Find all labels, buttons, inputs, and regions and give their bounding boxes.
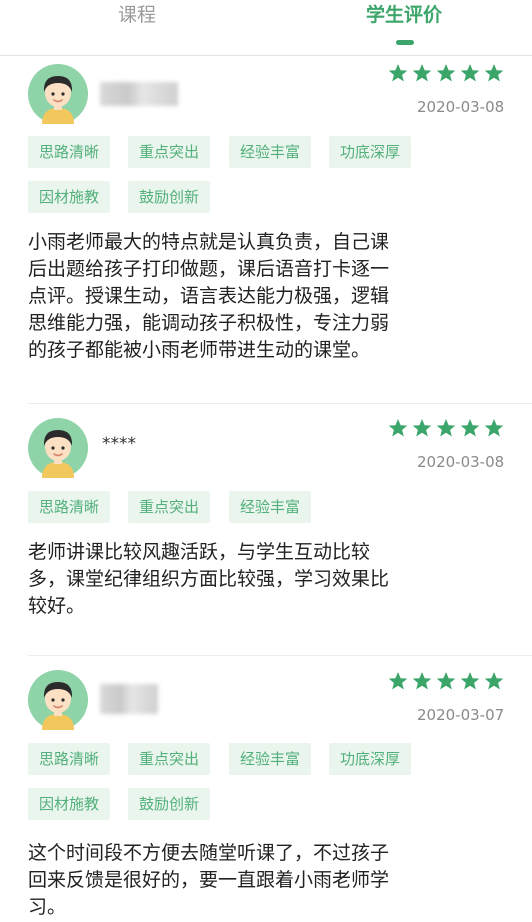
username: **** [102, 434, 136, 454]
tab-courses[interactable]: 课程 [118, 2, 156, 28]
review-tag: 重点突出 [128, 743, 211, 775]
review-tag: 思路清晰 [28, 136, 111, 168]
review-tag: 因材施教 [28, 181, 111, 213]
tab-bar: 课程 学生评价 [0, 0, 532, 56]
avatar [28, 418, 88, 478]
review-text: 小雨老师最大的特点就是认真负责，自己课 后出题给孩子打印做题，课后语音打卡逐一 … [28, 231, 390, 361]
avatar [28, 64, 88, 124]
review-divider [28, 655, 532, 656]
review-text: 老师讲课比较风趣活跃，与学生互动比较 多，课堂纪律组织方面比较强，学习效果比 较… [28, 541, 390, 617]
review-tag: 经验丰富 [229, 743, 312, 775]
star-icon [412, 672, 432, 690]
review-tag: 鼓励创新 [128, 181, 211, 213]
tab-student-reviews[interactable]: 学生评价 [366, 2, 442, 28]
star-icon [436, 672, 456, 690]
star-icon [388, 419, 408, 437]
review-tag: 功底深厚 [329, 743, 412, 775]
star-icon [412, 419, 432, 437]
star-icon [460, 64, 480, 82]
avatar [28, 670, 88, 730]
star-icon [484, 672, 504, 690]
star-rating [388, 671, 508, 691]
review-tag: 鼓励创新 [128, 788, 211, 820]
active-tab-indicator [396, 40, 414, 45]
redacted-username [100, 684, 158, 714]
review-tag: 重点突出 [128, 491, 211, 523]
star-icon [484, 64, 504, 82]
star-icon [460, 419, 480, 437]
star-icon [460, 672, 480, 690]
star-rating [388, 63, 508, 83]
review-tag: 因材施教 [28, 788, 111, 820]
redacted-username [100, 82, 178, 106]
review-date: 2020-03-08 [417, 98, 505, 116]
star-icon [412, 64, 432, 82]
review-divider [28, 403, 532, 404]
star-icon [388, 64, 408, 82]
review-text: 这个时间段不方便去随堂听课了，不过孩子 回来反馈是很好的，要一直跟着小雨老师学 … [28, 842, 390, 918]
star-rating [388, 418, 508, 438]
star-icon [484, 419, 504, 437]
star-icon [436, 419, 456, 437]
star-icon [388, 672, 408, 690]
review-date: 2020-03-07 [417, 706, 505, 724]
review-tag: 功底深厚 [329, 136, 412, 168]
review-tag: 思路清晰 [28, 743, 111, 775]
review-tag: 经验丰富 [229, 491, 312, 523]
star-icon [436, 64, 456, 82]
review-tag: 思路清晰 [28, 491, 111, 523]
review-tag: 经验丰富 [229, 136, 312, 168]
review-tag: 重点突出 [128, 136, 211, 168]
review-date: 2020-03-08 [417, 453, 505, 471]
